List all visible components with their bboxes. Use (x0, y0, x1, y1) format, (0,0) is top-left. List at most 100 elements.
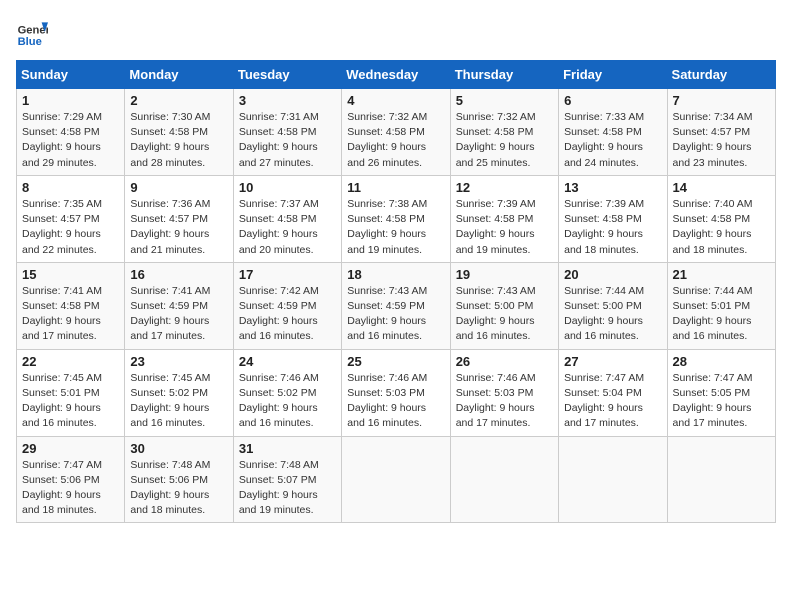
calendar-week-row: 1 Sunrise: 7:29 AM Sunset: 4:58 PM Dayli… (17, 89, 776, 176)
column-header-monday: Monday (125, 61, 233, 89)
column-header-friday: Friday (559, 61, 667, 89)
calendar-header-row: SundayMondayTuesdayWednesdayThursdayFrid… (17, 61, 776, 89)
calendar-day-cell: 13 Sunrise: 7:39 AM Sunset: 4:58 PM Dayl… (559, 175, 667, 262)
day-number: 26 (456, 354, 553, 369)
calendar-day-cell: 11 Sunrise: 7:38 AM Sunset: 4:58 PM Dayl… (342, 175, 450, 262)
day-info: Sunrise: 7:40 AM Sunset: 4:58 PM Dayligh… (673, 197, 770, 258)
day-info: Sunrise: 7:48 AM Sunset: 5:06 PM Dayligh… (130, 458, 227, 519)
day-number: 10 (239, 180, 336, 195)
calendar-day-cell: 19 Sunrise: 7:43 AM Sunset: 5:00 PM Dayl… (450, 262, 558, 349)
day-info: Sunrise: 7:46 AM Sunset: 5:02 PM Dayligh… (239, 371, 336, 432)
day-info: Sunrise: 7:35 AM Sunset: 4:57 PM Dayligh… (22, 197, 119, 258)
calendar-day-cell: 5 Sunrise: 7:32 AM Sunset: 4:58 PM Dayli… (450, 89, 558, 176)
column-header-tuesday: Tuesday (233, 61, 341, 89)
calendar-day-cell (559, 436, 667, 523)
calendar-day-cell: 24 Sunrise: 7:46 AM Sunset: 5:02 PM Dayl… (233, 349, 341, 436)
day-number: 21 (673, 267, 770, 282)
day-info: Sunrise: 7:34 AM Sunset: 4:57 PM Dayligh… (673, 110, 770, 171)
calendar-day-cell: 29 Sunrise: 7:47 AM Sunset: 5:06 PM Dayl… (17, 436, 125, 523)
day-number: 30 (130, 441, 227, 456)
column-header-thursday: Thursday (450, 61, 558, 89)
day-info: Sunrise: 7:33 AM Sunset: 4:58 PM Dayligh… (564, 110, 661, 171)
day-number: 9 (130, 180, 227, 195)
logo: General Blue (16, 16, 48, 48)
calendar-day-cell: 6 Sunrise: 7:33 AM Sunset: 4:58 PM Dayli… (559, 89, 667, 176)
day-info: Sunrise: 7:46 AM Sunset: 5:03 PM Dayligh… (456, 371, 553, 432)
column-header-wednesday: Wednesday (342, 61, 450, 89)
day-number: 15 (22, 267, 119, 282)
calendar-table: SundayMondayTuesdayWednesdayThursdayFrid… (16, 60, 776, 523)
day-info: Sunrise: 7:43 AM Sunset: 4:59 PM Dayligh… (347, 284, 444, 345)
calendar-day-cell: 22 Sunrise: 7:45 AM Sunset: 5:01 PM Dayl… (17, 349, 125, 436)
day-number: 17 (239, 267, 336, 282)
day-number: 7 (673, 93, 770, 108)
day-info: Sunrise: 7:38 AM Sunset: 4:58 PM Dayligh… (347, 197, 444, 258)
day-number: 24 (239, 354, 336, 369)
day-number: 18 (347, 267, 444, 282)
day-info: Sunrise: 7:32 AM Sunset: 4:58 PM Dayligh… (347, 110, 444, 171)
calendar-day-cell: 25 Sunrise: 7:46 AM Sunset: 5:03 PM Dayl… (342, 349, 450, 436)
day-info: Sunrise: 7:45 AM Sunset: 5:01 PM Dayligh… (22, 371, 119, 432)
calendar-day-cell: 4 Sunrise: 7:32 AM Sunset: 4:58 PM Dayli… (342, 89, 450, 176)
day-info: Sunrise: 7:46 AM Sunset: 5:03 PM Dayligh… (347, 371, 444, 432)
day-number: 19 (456, 267, 553, 282)
day-number: 1 (22, 93, 119, 108)
svg-text:Blue: Blue (18, 36, 42, 48)
calendar-day-cell: 30 Sunrise: 7:48 AM Sunset: 5:06 PM Dayl… (125, 436, 233, 523)
day-info: Sunrise: 7:47 AM Sunset: 5:05 PM Dayligh… (673, 371, 770, 432)
page-header: General Blue (16, 16, 776, 48)
day-number: 8 (22, 180, 119, 195)
calendar-day-cell: 2 Sunrise: 7:30 AM Sunset: 4:58 PM Dayli… (125, 89, 233, 176)
day-info: Sunrise: 7:41 AM Sunset: 4:58 PM Dayligh… (22, 284, 119, 345)
calendar-week-row: 29 Sunrise: 7:47 AM Sunset: 5:06 PM Dayl… (17, 436, 776, 523)
day-info: Sunrise: 7:45 AM Sunset: 5:02 PM Dayligh… (130, 371, 227, 432)
calendar-day-cell: 16 Sunrise: 7:41 AM Sunset: 4:59 PM Dayl… (125, 262, 233, 349)
day-number: 22 (22, 354, 119, 369)
day-info: Sunrise: 7:36 AM Sunset: 4:57 PM Dayligh… (130, 197, 227, 258)
day-info: Sunrise: 7:47 AM Sunset: 5:06 PM Dayligh… (22, 458, 119, 519)
column-header-saturday: Saturday (667, 61, 775, 89)
calendar-day-cell: 1 Sunrise: 7:29 AM Sunset: 4:58 PM Dayli… (17, 89, 125, 176)
day-info: Sunrise: 7:43 AM Sunset: 5:00 PM Dayligh… (456, 284, 553, 345)
day-number: 14 (673, 180, 770, 195)
calendar-day-cell: 17 Sunrise: 7:42 AM Sunset: 4:59 PM Dayl… (233, 262, 341, 349)
day-info: Sunrise: 7:47 AM Sunset: 5:04 PM Dayligh… (564, 371, 661, 432)
calendar-day-cell: 15 Sunrise: 7:41 AM Sunset: 4:58 PM Dayl… (17, 262, 125, 349)
day-number: 6 (564, 93, 661, 108)
day-number: 11 (347, 180, 444, 195)
day-info: Sunrise: 7:39 AM Sunset: 4:58 PM Dayligh… (564, 197, 661, 258)
day-number: 23 (130, 354, 227, 369)
day-number: 4 (347, 93, 444, 108)
day-info: Sunrise: 7:44 AM Sunset: 5:01 PM Dayligh… (673, 284, 770, 345)
calendar-day-cell: 18 Sunrise: 7:43 AM Sunset: 4:59 PM Dayl… (342, 262, 450, 349)
calendar-body: 1 Sunrise: 7:29 AM Sunset: 4:58 PM Dayli… (17, 89, 776, 523)
day-info: Sunrise: 7:31 AM Sunset: 4:58 PM Dayligh… (239, 110, 336, 171)
calendar-day-cell: 27 Sunrise: 7:47 AM Sunset: 5:04 PM Dayl… (559, 349, 667, 436)
day-number: 12 (456, 180, 553, 195)
column-header-sunday: Sunday (17, 61, 125, 89)
calendar-day-cell: 3 Sunrise: 7:31 AM Sunset: 4:58 PM Dayli… (233, 89, 341, 176)
day-number: 29 (22, 441, 119, 456)
calendar-week-row: 15 Sunrise: 7:41 AM Sunset: 4:58 PM Dayl… (17, 262, 776, 349)
day-info: Sunrise: 7:44 AM Sunset: 5:00 PM Dayligh… (564, 284, 661, 345)
calendar-day-cell: 10 Sunrise: 7:37 AM Sunset: 4:58 PM Dayl… (233, 175, 341, 262)
day-number: 3 (239, 93, 336, 108)
calendar-day-cell: 21 Sunrise: 7:44 AM Sunset: 5:01 PM Dayl… (667, 262, 775, 349)
day-info: Sunrise: 7:39 AM Sunset: 4:58 PM Dayligh… (456, 197, 553, 258)
day-info: Sunrise: 7:42 AM Sunset: 4:59 PM Dayligh… (239, 284, 336, 345)
calendar-week-row: 22 Sunrise: 7:45 AM Sunset: 5:01 PM Dayl… (17, 349, 776, 436)
day-info: Sunrise: 7:37 AM Sunset: 4:58 PM Dayligh… (239, 197, 336, 258)
calendar-day-cell (667, 436, 775, 523)
calendar-day-cell: 23 Sunrise: 7:45 AM Sunset: 5:02 PM Dayl… (125, 349, 233, 436)
calendar-day-cell (450, 436, 558, 523)
day-number: 2 (130, 93, 227, 108)
calendar-day-cell: 28 Sunrise: 7:47 AM Sunset: 5:05 PM Dayl… (667, 349, 775, 436)
day-info: Sunrise: 7:41 AM Sunset: 4:59 PM Dayligh… (130, 284, 227, 345)
day-number: 25 (347, 354, 444, 369)
calendar-day-cell: 31 Sunrise: 7:48 AM Sunset: 5:07 PM Dayl… (233, 436, 341, 523)
calendar-day-cell: 8 Sunrise: 7:35 AM Sunset: 4:57 PM Dayli… (17, 175, 125, 262)
calendar-day-cell: 20 Sunrise: 7:44 AM Sunset: 5:00 PM Dayl… (559, 262, 667, 349)
day-info: Sunrise: 7:32 AM Sunset: 4:58 PM Dayligh… (456, 110, 553, 171)
calendar-day-cell: 12 Sunrise: 7:39 AM Sunset: 4:58 PM Dayl… (450, 175, 558, 262)
day-number: 27 (564, 354, 661, 369)
